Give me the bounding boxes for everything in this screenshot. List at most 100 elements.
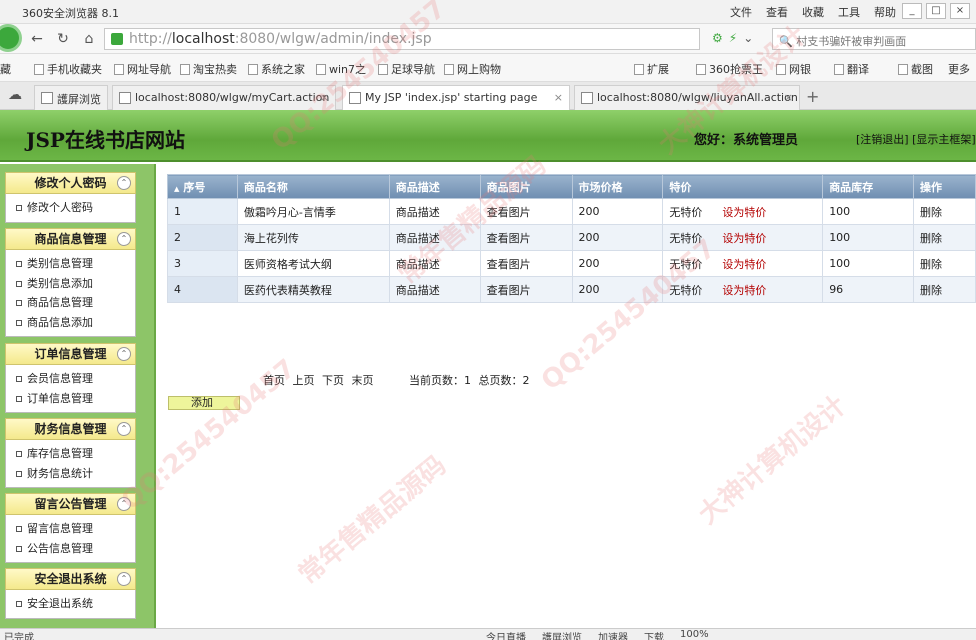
menu-item-finance-stats[interactable]: 财务信息统计 <box>16 464 135 484</box>
tab-eye-care[interactable]: 護屏浏览 <box>34 85 108 110</box>
cell-image-link[interactable]: 查看图片 <box>479 276 573 303</box>
menu-head[interactable]: 留言公告管理 ⌃ <box>5 493 136 515</box>
delete-link[interactable]: 删除 <box>913 198 976 225</box>
cell-desc-link[interactable]: 商品描述 <box>388 224 481 251</box>
menu-file[interactable]: 文件 <box>730 4 752 20</box>
collapse-chevron-icon[interactable]: ⌃ <box>117 232 131 246</box>
collapse-chevron-icon[interactable]: ⌃ <box>117 572 131 586</box>
menu-view[interactable]: 查看 <box>766 4 788 20</box>
menu-item-stock-manage[interactable]: 库存信息管理 <box>16 444 135 464</box>
tab-liuyan[interactable]: localhost:8080/wlgw/liuyanAll.action × <box>574 85 800 110</box>
delete-link[interactable]: 删除 <box>913 224 976 251</box>
status-zoom[interactable]: 100% <box>680 629 709 640</box>
menu-item-notice-manage[interactable]: 公告信息管理 <box>16 539 135 559</box>
menu-item-category-manage[interactable]: 类别信息管理 <box>16 254 135 274</box>
cell-image-link[interactable]: 查看图片 <box>479 198 573 225</box>
minimize-icon[interactable]: _ <box>902 3 922 19</box>
set-special-link[interactable]: 设为特价 <box>722 206 766 219</box>
menu-item-goods-manage[interactable]: 商品信息管理 <box>16 293 135 313</box>
lightning-icon[interactable]: ⚡ <box>729 31 737 45</box>
tab-my-cart[interactable]: localhost:8080/wlgw/myCart.action × <box>112 85 336 110</box>
col-header-special[interactable]: 特价 <box>662 174 824 199</box>
fav-item[interactable]: 网址导航 <box>114 61 171 77</box>
back-arrow-icon[interactable]: ← <box>28 30 46 48</box>
menu-tools[interactable]: 工具 <box>838 4 860 20</box>
collapse-chevron-icon[interactable]: ⌃ <box>117 422 131 436</box>
next-page-link[interactable]: 下页 <box>322 374 344 387</box>
status-live[interactable]: 今日直播 <box>486 629 526 640</box>
prev-page-link[interactable]: 上页 <box>293 374 315 387</box>
fav-item[interactable]: 手机收藏夹 <box>34 61 102 77</box>
cloud-icon[interactable]: ☁ <box>6 86 24 104</box>
accelerate-icon[interactable]: ⚙ <box>712 31 723 45</box>
collapse-chevron-icon[interactable]: ⌃ <box>117 176 131 190</box>
delete-link[interactable]: 删除 <box>913 276 976 303</box>
col-header-price[interactable]: 市场价格 <box>571 174 664 199</box>
menu-head[interactable]: 订单信息管理 ⌃ <box>5 343 136 365</box>
menu-item-goods-add[interactable]: 商品信息添加 <box>16 313 135 333</box>
status-eye-care[interactable]: 護屏浏览 <box>542 629 582 640</box>
menu-item-message-manage[interactable]: 留言信息管理 <box>16 519 135 539</box>
col-header-name[interactable]: 商品名称 <box>236 174 390 199</box>
menu-item-member-manage[interactable]: 会员信息管理 <box>16 369 135 389</box>
fav-item[interactable]: win7之 <box>316 61 366 77</box>
menu-item-change-password[interactable]: 修改个人密码 <box>16 198 135 218</box>
add-button[interactable]: 添加 <box>168 396 240 410</box>
status-accelerator[interactable]: 加速器 <box>598 629 628 640</box>
home-icon[interactable]: ⌂ <box>80 30 98 48</box>
menu-item-order-manage[interactable]: 订单信息管理 <box>16 389 135 409</box>
fav-item[interactable]: 藏 <box>0 61 11 77</box>
address-bar[interactable]: http://localhost:8080/wlgw/admin/index.j… <box>104 28 700 50</box>
menu-head[interactable]: 修改个人密码 ⌃ <box>5 172 136 194</box>
maximize-icon[interactable]: □ <box>926 3 946 19</box>
cell-desc-link[interactable]: 商品描述 <box>388 250 481 277</box>
menu-help[interactable]: 帮助 <box>874 4 896 20</box>
cell-image-link[interactable]: 查看图片 <box>479 250 573 277</box>
close-icon[interactable]: × <box>950 3 970 19</box>
set-special-link[interactable]: 设为特价 <box>722 232 766 245</box>
first-page-link[interactable]: 首页 <box>263 374 285 387</box>
cell-desc-link[interactable]: 商品描述 <box>388 276 481 303</box>
header-links[interactable]: [注销退出] [显示主框架] <box>856 131 976 147</box>
cell-desc-link[interactable]: 商品描述 <box>388 198 481 225</box>
dropdown-chevron-icon[interactable]: ⌄ <box>743 31 753 45</box>
col-header-desc[interactable]: 商品描述 <box>388 174 481 199</box>
address-tools: ⚙ ⚡ ⌄ <box>712 31 753 45</box>
search-input[interactable]: 🔍 村支书骗奸被审判画面 <box>772 28 976 50</box>
fav-item[interactable]: 系统之家 <box>248 61 305 77</box>
collapse-chevron-icon[interactable]: ⌃ <box>117 347 131 361</box>
set-special-link[interactable]: 设为特价 <box>722 284 766 297</box>
fav-item[interactable]: 网银 <box>776 61 811 77</box>
col-header-action[interactable]: 操作 <box>913 174 976 199</box>
menu-item-safe-logout[interactable]: 安全退出系统 <box>16 594 135 614</box>
total-pages-label: 总页数：2 <box>478 374 530 387</box>
fav-item[interactable]: 更多 <box>948 61 970 77</box>
set-special-link[interactable]: 设为特价 <box>722 258 766 271</box>
fav-item[interactable]: 截图 <box>898 61 933 77</box>
tab-close-icon[interactable]: × <box>554 91 563 104</box>
menu-favorites[interactable]: 收藏 <box>802 4 824 20</box>
fav-item[interactable]: 360抢票王 <box>696 61 763 77</box>
fav-item[interactable]: 淘宝热卖 <box>180 61 237 77</box>
menu-head[interactable]: 安全退出系统 ⌃ <box>5 568 136 590</box>
delete-link[interactable]: 删除 <box>913 250 976 277</box>
fav-item[interactable]: 足球导航 <box>378 61 435 77</box>
refresh-icon[interactable]: ↻ <box>54 30 72 48</box>
last-page-link[interactable]: 末页 <box>352 374 374 387</box>
tab-close-icon[interactable]: × <box>320 91 329 104</box>
tab-close-icon[interactable]: × <box>784 91 793 104</box>
cell-image-link[interactable]: 查看图片 <box>479 224 573 251</box>
col-header-image[interactable]: 商品图片 <box>479 174 573 199</box>
tab-index-jsp[interactable]: My JSP 'index.jsp' starting page × <box>342 85 570 111</box>
fav-item[interactable]: 扩展 <box>634 61 669 77</box>
menu-item-category-add[interactable]: 类别信息添加 <box>16 274 135 294</box>
status-download[interactable]: 下载 <box>644 629 664 640</box>
fav-item[interactable]: 网上购物 <box>444 61 501 77</box>
menu-head[interactable]: 商品信息管理 ⌃ <box>5 228 136 250</box>
new-tab-button[interactable]: + <box>806 87 819 106</box>
col-header-stock[interactable]: 商品库存 <box>822 174 915 199</box>
collapse-chevron-icon[interactable]: ⌃ <box>117 497 131 511</box>
fav-item[interactable]: 翻译 <box>834 61 869 77</box>
col-header-index[interactable]: ▲ 序号 <box>167 174 238 199</box>
menu-head[interactable]: 财务信息管理 ⌃ <box>5 418 136 440</box>
